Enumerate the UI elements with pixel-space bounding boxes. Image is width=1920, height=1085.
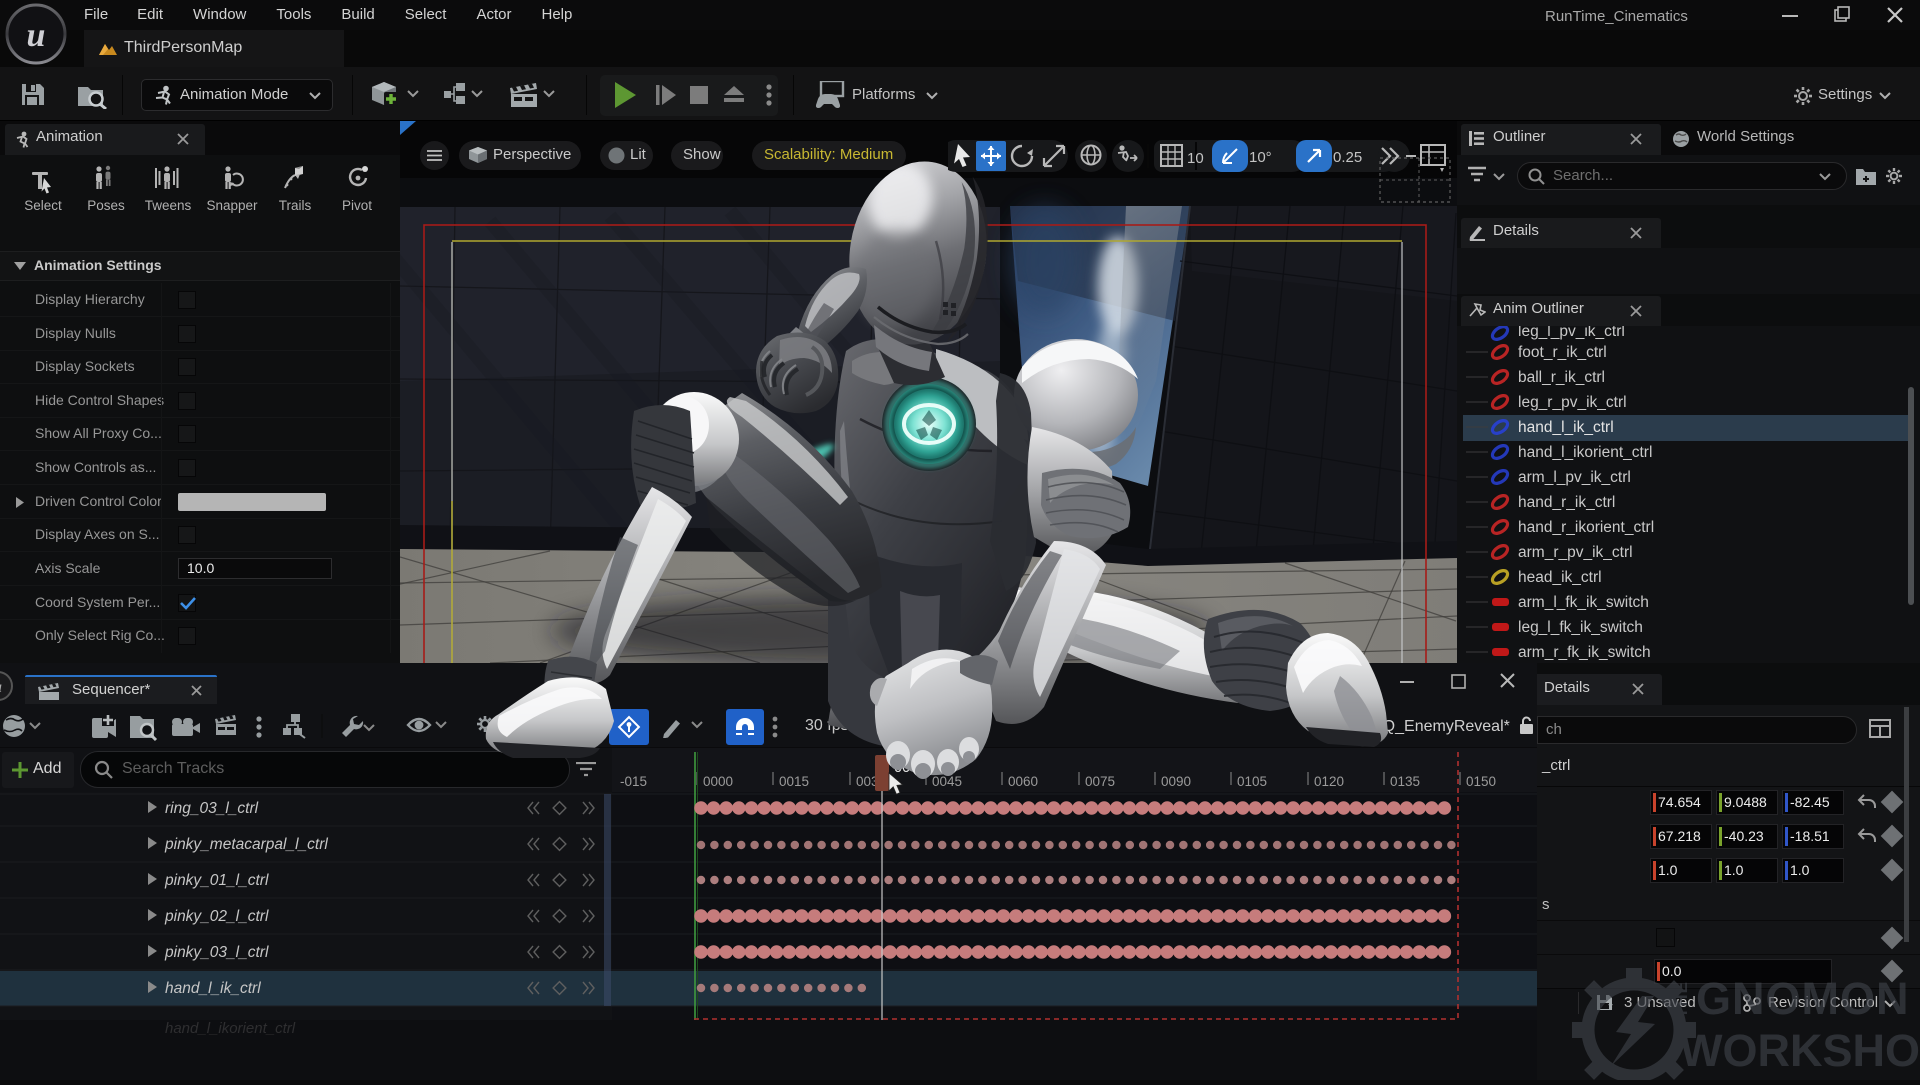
svg-text:0150: 0150 bbox=[1466, 774, 1496, 789]
svg-text:head_ik_ctrl: head_ik_ctrl bbox=[1518, 569, 1602, 586]
svg-text:arm_r_pv_ik_ctrl: arm_r_pv_ik_ctrl bbox=[1518, 544, 1633, 561]
svg-text:Select: Select bbox=[24, 198, 62, 213]
svg-text:0037: 0037 bbox=[894, 760, 926, 776]
svg-text:ball_r_ik_ctrl: ball_r_ik_ctrl bbox=[1518, 369, 1605, 386]
svg-text:Trails: Trails bbox=[279, 198, 312, 213]
svg-text:GNOMON: GNOMON bbox=[1696, 973, 1910, 1024]
svg-text:hand_l_ik_ctrl: hand_l_ik_ctrl bbox=[165, 980, 261, 997]
svg-text:pinky_01_l_ctrl: pinky_01_l_ctrl bbox=[164, 872, 269, 889]
svg-text:0000: 0000 bbox=[703, 774, 733, 789]
svg-text:0060: 0060 bbox=[1008, 774, 1038, 789]
svg-text:WORKSHOP: WORKSHOP bbox=[1680, 1025, 1920, 1076]
svg-text:0105: 0105 bbox=[1237, 774, 1267, 789]
svg-text:pinky_03_l_ctrl: pinky_03_l_ctrl bbox=[164, 944, 269, 961]
svg-text:-015: -015 bbox=[620, 774, 647, 789]
svg-text:arm_l_pv_ik_ctrl: arm_l_pv_ik_ctrl bbox=[1518, 469, 1631, 486]
svg-text:10: 10 bbox=[1187, 150, 1204, 167]
svg-text:0120: 0120 bbox=[1314, 774, 1344, 789]
svg-text:u: u bbox=[0, 679, 2, 696]
svg-text:u: u bbox=[27, 17, 46, 54]
svg-text:Poses: Poses bbox=[87, 198, 125, 213]
svg-text:hand_l_ikorient_ctrl: hand_l_ikorient_ctrl bbox=[1518, 444, 1652, 461]
svg-text:pinky_02_l_ctrl: pinky_02_l_ctrl bbox=[164, 908, 269, 925]
svg-text:leg_l_fk_ik_switch: leg_l_fk_ik_switch bbox=[1518, 619, 1643, 636]
svg-text:leg_l_pv_ik_ctrl: leg_l_pv_ik_ctrl bbox=[1518, 326, 1625, 340]
svg-text:hand_l_ik_ctrl: hand_l_ik_ctrl bbox=[1518, 419, 1614, 436]
svg-text:hand_r_ikorient_ctrl: hand_r_ikorient_ctrl bbox=[1518, 519, 1654, 536]
svg-text:0090: 0090 bbox=[1161, 774, 1191, 789]
svg-text:Pivot: Pivot bbox=[342, 198, 372, 213]
svg-text:arm_r_fk_ik_switch: arm_r_fk_ik_switch bbox=[1518, 644, 1651, 661]
svg-text:THE: THE bbox=[1672, 981, 1691, 1018]
svg-text:10°: 10° bbox=[1249, 149, 1272, 166]
svg-text:Snapper: Snapper bbox=[206, 198, 258, 213]
svg-text:leg_r_pv_ik_ctrl: leg_r_pv_ik_ctrl bbox=[1518, 394, 1627, 411]
svg-text:arm_l_fk_ik_switch: arm_l_fk_ik_switch bbox=[1518, 594, 1649, 611]
svg-text:0.25: 0.25 bbox=[1333, 149, 1362, 166]
svg-text:0075: 0075 bbox=[1085, 774, 1115, 789]
svg-text:0045: 0045 bbox=[932, 774, 962, 789]
svg-text:hand_r_ik_ctrl: hand_r_ik_ctrl bbox=[1518, 494, 1615, 511]
svg-text:0135: 0135 bbox=[1390, 774, 1420, 789]
svg-text:ring_03_l_ctrl: ring_03_l_ctrl bbox=[165, 800, 259, 817]
svg-text:Tweens: Tweens bbox=[145, 198, 192, 213]
svg-text:pinky_metacarpal_l_ctrl: pinky_metacarpal_l_ctrl bbox=[164, 836, 328, 853]
svg-text:0015: 0015 bbox=[779, 774, 809, 789]
svg-text:foot_r_ik_ctrl: foot_r_ik_ctrl bbox=[1518, 344, 1607, 361]
